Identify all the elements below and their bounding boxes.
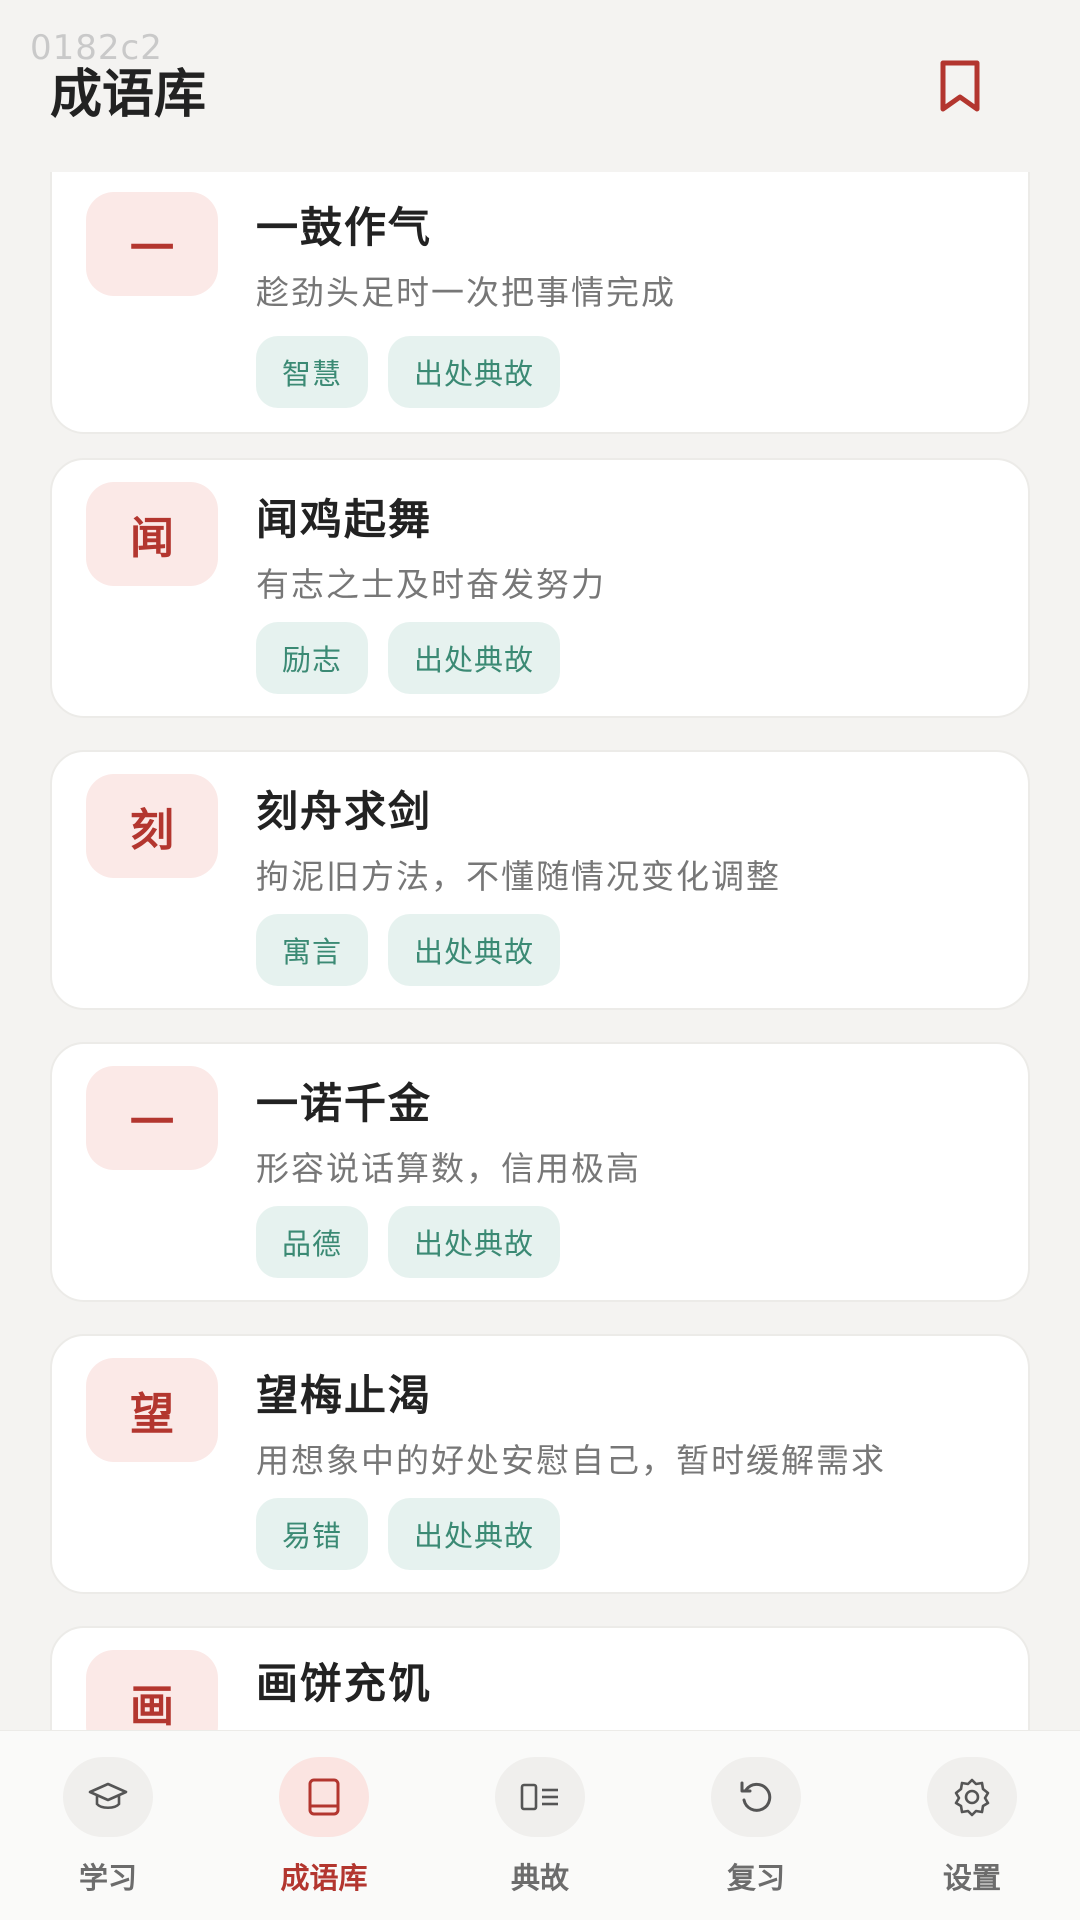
bottom-nav: 学习 成语库 典故 复习 设置 <box>0 1730 1080 1920</box>
idiom-initial-badge: 闻 <box>86 482 218 586</box>
gear-icon <box>952 1777 992 1817</box>
nav-label: 复习 <box>726 1861 785 1895</box>
idiom-card[interactable]: 刻 刻舟求剑 拘泥旧方法，不懂随情况变化调整 寓言 出处典故 <box>50 750 1030 1010</box>
nav-item-stories[interactable]: 典故 <box>450 1757 630 1907</box>
idiom-meaning: 有志之士及时奋发努力 <box>256 565 606 604</box>
idiom-card[interactable]: 望 望梅止渴 用想象中的好处安慰自己，暂时缓解需求 易错 出处典故 <box>50 1334 1030 1594</box>
nav-label: 学习 <box>78 1861 137 1895</box>
category-tag[interactable]: 智慧 <box>256 336 369 408</box>
nav-icon-bg <box>927 1757 1017 1837</box>
idiom-card[interactable]: 画 画饼充饥 <box>50 1626 1030 1732</box>
idiom-card[interactable]: 闻 闻鸡起舞 有志之士及时奋发努力 励志 出处典故 <box>50 458 1030 718</box>
nav-icon-bg <box>495 1757 585 1837</box>
idiom-initial-badge: 一 <box>86 192 218 296</box>
tag-group: 寓言 出处典故 <box>256 914 561 986</box>
category-tag[interactable]: 寓言 <box>256 914 369 986</box>
idiom-meaning: 拘泥旧方法，不懂随情况变化调整 <box>256 857 781 896</box>
book-icon <box>306 1777 342 1817</box>
nav-label: 设置 <box>942 1861 1001 1895</box>
idiom-title: 一诺千金 <box>256 1079 433 1128</box>
header: 0182c2 成语库 <box>0 0 1080 170</box>
refresh-icon <box>737 1778 775 1816</box>
idiom-title: 画饼充饥 <box>256 1659 433 1708</box>
source-story-tag[interactable]: 出处典故 <box>388 336 561 408</box>
tag-group: 品德 出处典故 <box>256 1206 561 1278</box>
source-story-tag[interactable]: 出处典故 <box>388 1498 561 1570</box>
category-tag[interactable]: 励志 <box>256 622 369 694</box>
story-list-icon <box>519 1780 561 1814</box>
category-tag[interactable]: 易错 <box>256 1498 369 1570</box>
tag-group: 智慧 出处典故 <box>256 336 561 408</box>
idiom-meaning: 趁劲头足时一次把事情完成 <box>256 273 676 312</box>
nav-item-review[interactable]: 复习 <box>666 1757 846 1907</box>
idiom-meaning: 形容说话算数，信用极高 <box>256 1149 641 1188</box>
nav-icon-bg <box>63 1757 153 1837</box>
idiom-initial-badge: 画 <box>86 1650 218 1732</box>
idiom-initial-badge: 一 <box>86 1066 218 1170</box>
nav-icon-bg <box>279 1757 369 1837</box>
nav-item-settings[interactable]: 设置 <box>882 1757 1062 1907</box>
source-story-tag[interactable]: 出处典故 <box>388 914 561 986</box>
bookmark-icon <box>937 59 983 113</box>
source-story-tag[interactable]: 出处典故 <box>388 622 561 694</box>
idiom-title: 刻舟求剑 <box>256 787 433 836</box>
screen: 0182c2 成语库 一 一鼓作气 趁劲头足时一次把事情完成 智慧 出处典故 闻… <box>0 0 1080 1920</box>
nav-label: 典故 <box>510 1861 569 1895</box>
bookmark-button[interactable] <box>930 56 990 116</box>
nav-item-idiom-library[interactable]: 成语库 <box>234 1757 414 1907</box>
idiom-title: 闻鸡起舞 <box>256 495 433 544</box>
nav-item-study[interactable]: 学习 <box>18 1757 198 1907</box>
graduation-cap-icon <box>88 1780 128 1814</box>
idiom-initial-badge: 望 <box>86 1358 218 1462</box>
idiom-title: 一鼓作气 <box>256 203 433 252</box>
category-tag[interactable]: 品德 <box>256 1206 369 1278</box>
idiom-card[interactable]: 一 一诺千金 形容说话算数，信用极高 品德 出处典故 <box>50 1042 1030 1302</box>
tag-group: 励志 出处典故 <box>256 622 561 694</box>
idiom-list[interactable]: 一 一鼓作气 趁劲头足时一次把事情完成 智慧 出处典故 闻 闻鸡起舞 有志之士及… <box>50 172 1030 1732</box>
nav-icon-bg <box>711 1757 801 1837</box>
source-story-tag[interactable]: 出处典故 <box>388 1206 561 1278</box>
idiom-card[interactable]: 一 一鼓作气 趁劲头足时一次把事情完成 智慧 出处典故 <box>50 172 1030 434</box>
nav-label: 成语库 <box>280 1861 368 1895</box>
tag-group: 易错 出处典故 <box>256 1498 561 1570</box>
page-title: 成语库 <box>50 65 207 125</box>
idiom-meaning: 用想象中的好处安慰自己，暂时缓解需求 <box>256 1441 886 1480</box>
idiom-title: 望梅止渴 <box>256 1371 433 1420</box>
idiom-initial-badge: 刻 <box>86 774 218 878</box>
